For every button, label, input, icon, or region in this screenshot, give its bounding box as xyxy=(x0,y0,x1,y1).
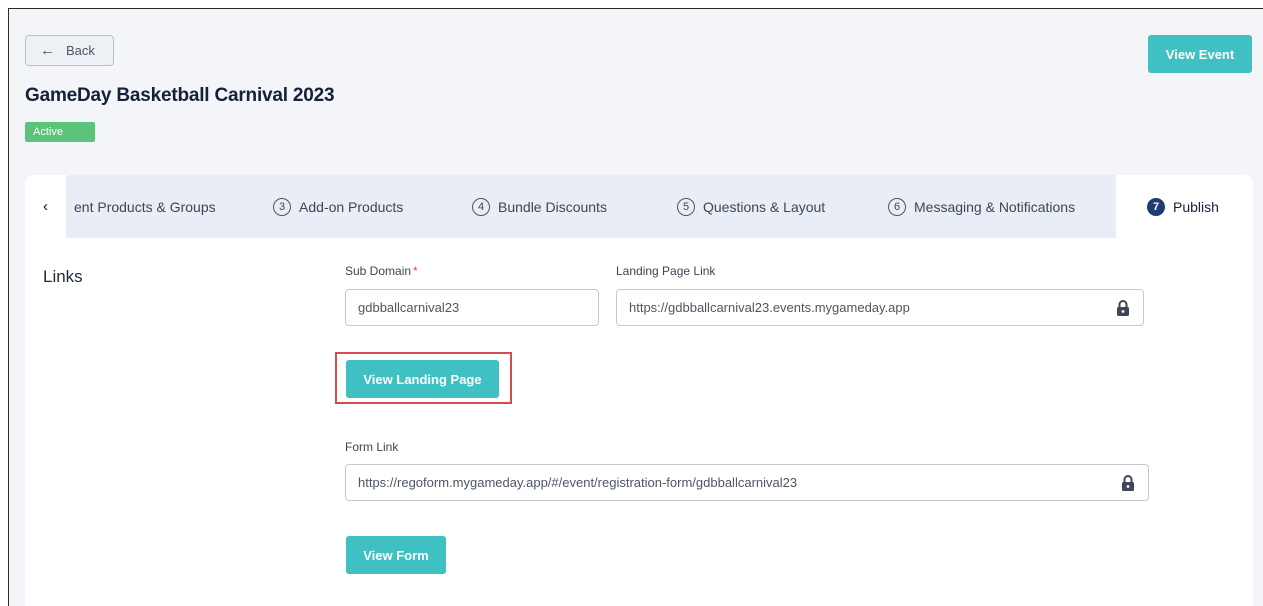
step-label: Add-on Products xyxy=(299,198,404,215)
landing-page-link-value: https://gdbballcarnival23.events.mygamed… xyxy=(629,300,910,315)
app-frame: ← Back View Event GameDay Basketball Car… xyxy=(8,8,1263,606)
step-number: 3 xyxy=(273,197,291,216)
form-link-label: Form Link xyxy=(345,440,399,454)
lock-icon xyxy=(1122,475,1134,491)
status-badge: Active xyxy=(25,122,95,142)
subdomain-value: gdbballcarnival23 xyxy=(358,300,460,315)
required-mark: * xyxy=(413,264,418,278)
form-link-field[interactable]: https://regoform.mygameday.app/#/event/r… xyxy=(345,464,1149,501)
step-publish[interactable]: 7 Publish xyxy=(1147,175,1219,238)
form-link-value: https://regoform.mygameday.app/#/event/r… xyxy=(358,475,798,490)
landing-page-link-label: Landing Page Link xyxy=(616,264,716,278)
lock-icon xyxy=(1117,300,1129,316)
back-button[interactable]: ← Back xyxy=(25,35,114,66)
steps-bar: ‹ ent Products & Groups 3 Add-on Product… xyxy=(25,175,1116,238)
step-label: Questions & Layout xyxy=(703,198,826,215)
step-event-products[interactable]: ent Products & Groups xyxy=(74,175,216,238)
highlight-box xyxy=(335,352,512,404)
step-number: 5 xyxy=(677,197,695,216)
view-form-button[interactable]: View Form xyxy=(346,536,446,574)
step-number: 4 xyxy=(472,197,490,216)
step-add-on-products[interactable]: 3 Add-on Products xyxy=(273,175,403,238)
step-messaging-notifications[interactable]: 6 Messaging & Notifications xyxy=(888,175,1075,238)
step-number: 7 xyxy=(1147,197,1165,216)
steps-prev-button[interactable]: ‹ xyxy=(25,175,66,238)
event-card: ‹ ent Products & Groups 3 Add-on Product… xyxy=(25,175,1253,606)
landing-page-link-field[interactable]: https://gdbballcarnival23.events.mygamed… xyxy=(616,289,1144,326)
step-label: Messaging & Notifications xyxy=(914,198,1076,215)
step-label: Bundle Discounts xyxy=(498,198,607,215)
step-label: ent Products & Groups xyxy=(74,198,216,215)
subdomain-input[interactable]: gdbballcarnival23 xyxy=(345,289,599,326)
view-event-button[interactable]: View Event xyxy=(1148,35,1252,73)
step-number: 6 xyxy=(888,197,906,216)
step-questions-layout[interactable]: 5 Questions & Layout xyxy=(677,175,825,238)
subdomain-label: Sub Domain * xyxy=(345,264,418,278)
chevron-left-icon: ‹ xyxy=(43,198,48,215)
step-bundle-discounts[interactable]: 4 Bundle Discounts xyxy=(472,175,607,238)
arrow-left-icon: ← xyxy=(40,42,55,59)
back-label: Back xyxy=(66,43,95,58)
page-title: GameDay Basketball Carnival 2023 xyxy=(25,85,335,106)
section-title-links: Links xyxy=(43,267,83,286)
step-label: Publish xyxy=(1173,198,1219,215)
